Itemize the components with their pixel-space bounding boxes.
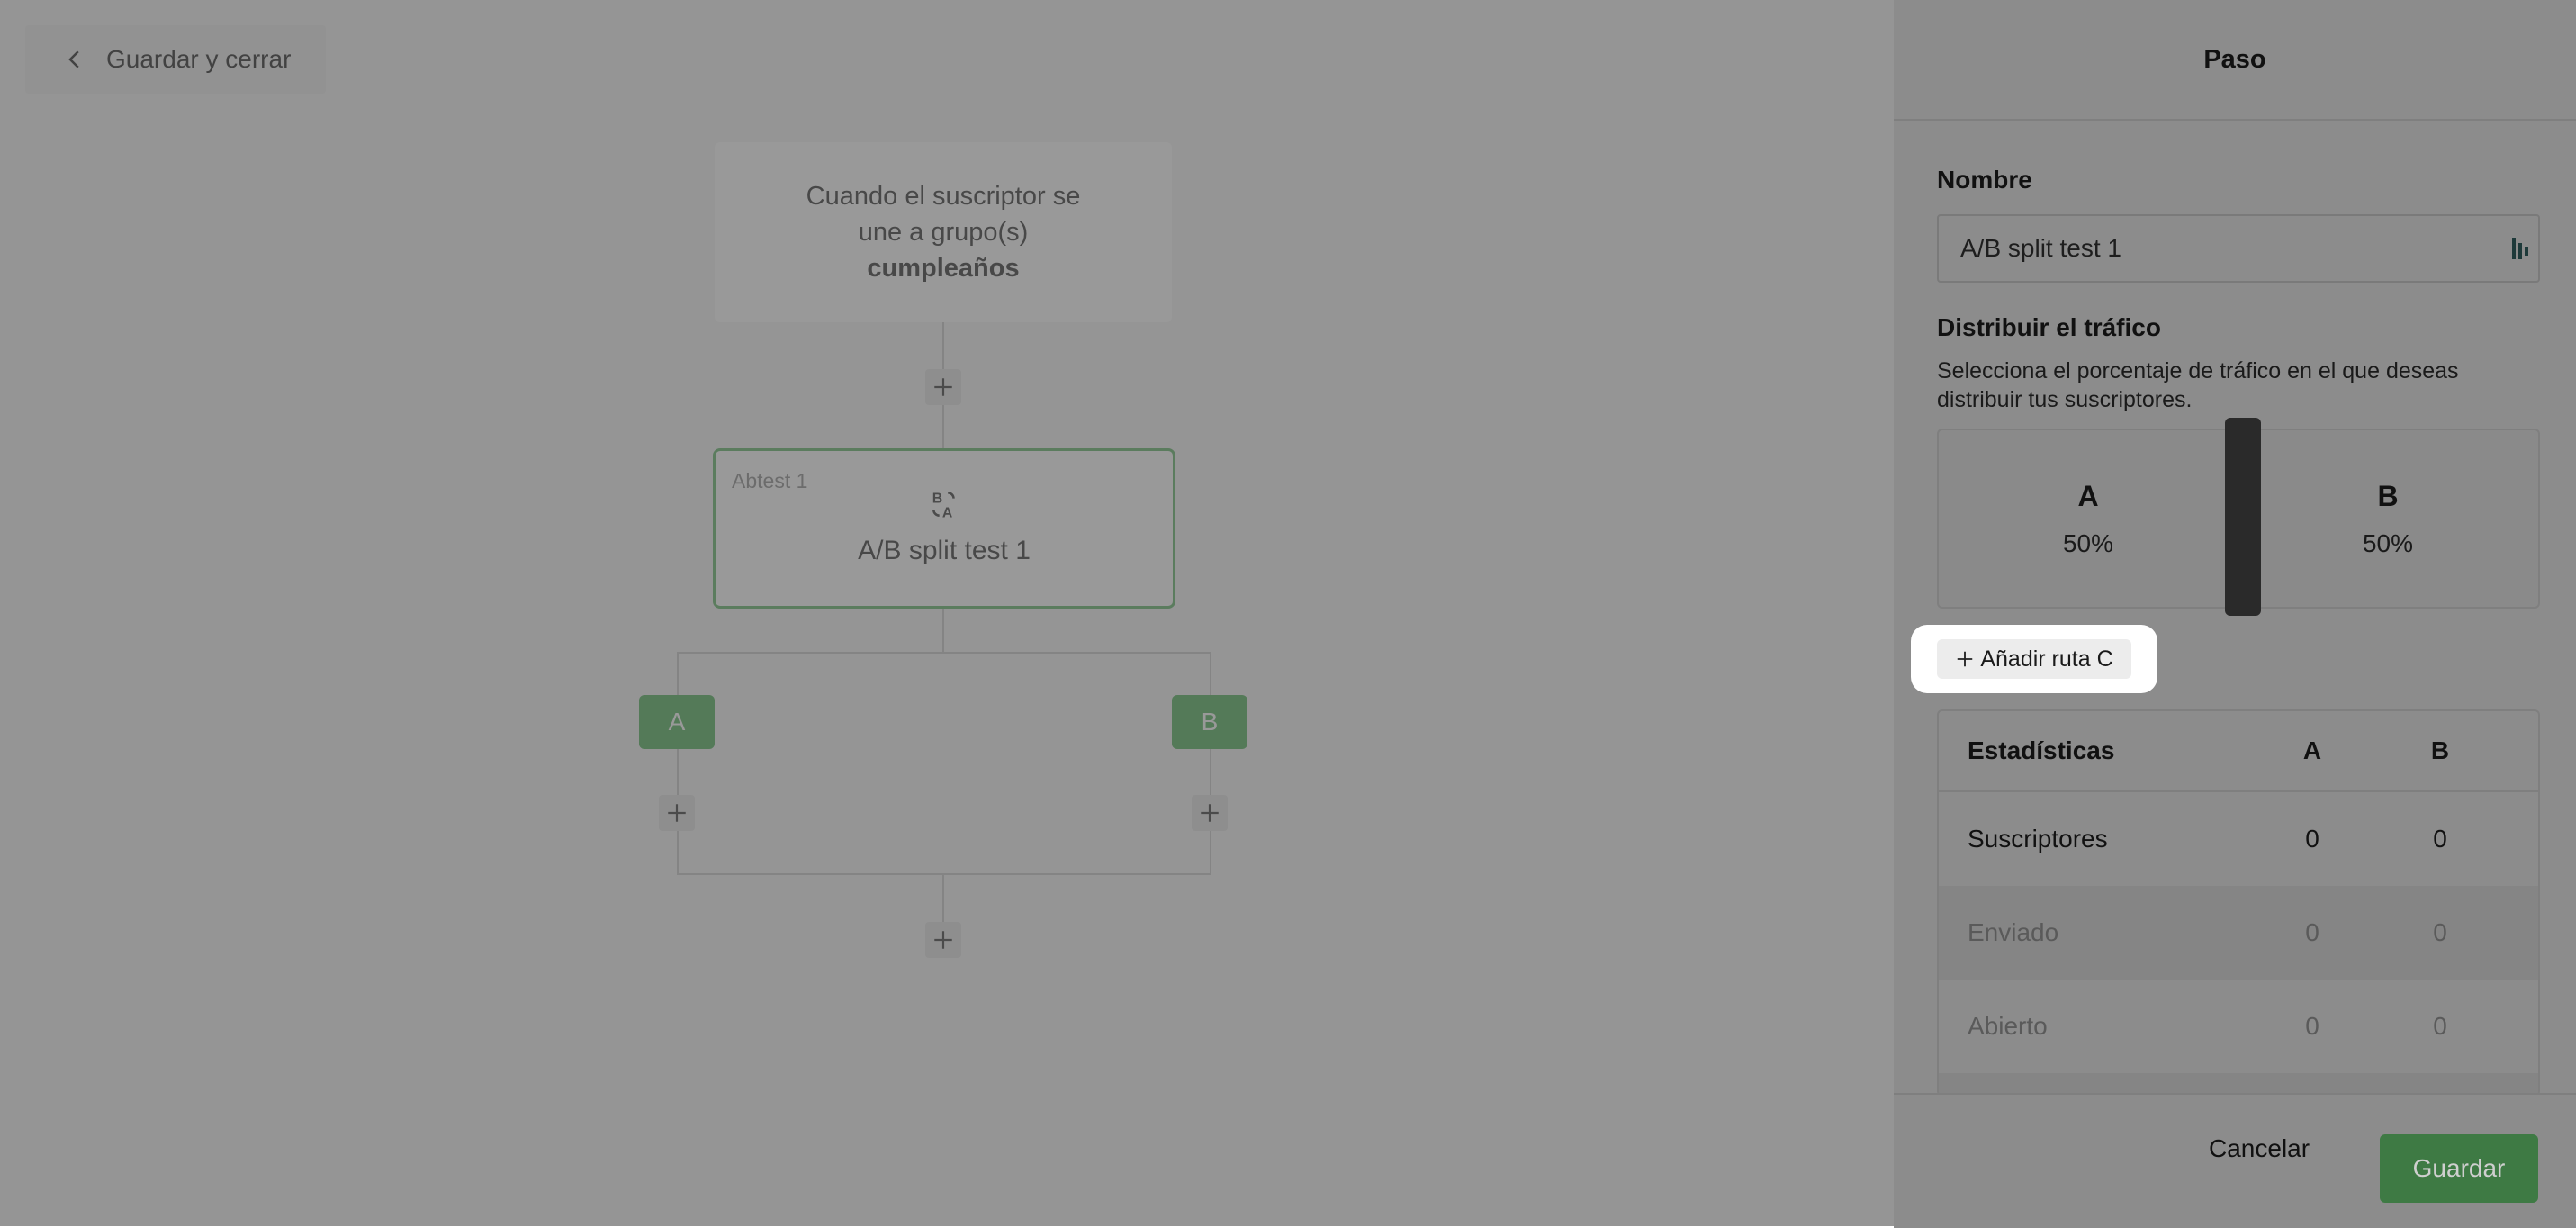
stats-row-label: Enviado xyxy=(1968,918,2059,946)
save-and-close-button[interactable]: Guardar y cerrar xyxy=(25,25,326,94)
svg-text:B: B xyxy=(932,491,942,506)
add-step-button[interactable] xyxy=(925,369,961,405)
split-b-percent: 50% xyxy=(2362,528,2414,557)
plus-icon xyxy=(1201,804,1219,822)
branch-b-label[interactable]: B xyxy=(1172,695,1247,749)
panel-title: Paso xyxy=(1894,0,2576,121)
stats-row-a: 0 xyxy=(2305,825,2319,853)
ab-node-title: A/B split test 1 xyxy=(858,536,1031,565)
stats-row-b: 0 xyxy=(2433,918,2447,946)
plus-icon xyxy=(934,931,952,949)
stats-header-b: B xyxy=(2430,736,2450,764)
save-and-close-label: Guardar y cerrar xyxy=(106,45,292,73)
workflow-canvas: Guardar y cerrar Cuando el suscriptor se… xyxy=(0,0,1894,1226)
stats-row: Suscriptores 0 0 xyxy=(1939,792,2538,886)
stats-row: Abierto 0 0 xyxy=(1939,980,2538,1073)
ab-node-tag: Abtest 1 xyxy=(732,469,808,492)
plus-icon xyxy=(1958,651,1973,667)
add-step-end-button[interactable] xyxy=(925,922,961,958)
stats-row-b: 0 xyxy=(2433,1012,2447,1040)
split-b-label: B xyxy=(2377,479,2399,512)
plus-icon xyxy=(934,378,952,396)
save-button[interactable]: Guardar xyxy=(2380,1134,2538,1203)
stats-row-label: Abierto xyxy=(1968,1012,2048,1040)
connector-line xyxy=(677,652,679,875)
stats-row-a: 0 xyxy=(2305,918,2319,946)
add-route-c-button[interactable]: Añadir ruta C xyxy=(1937,639,2131,679)
add-step-branch-a-button[interactable] xyxy=(659,795,695,831)
add-step-branch-b-button[interactable] xyxy=(1192,795,1228,831)
split-a-percent: 50% xyxy=(2062,528,2114,557)
stats-header-a: A xyxy=(2302,736,2322,764)
stats-row-b: 0 xyxy=(2433,825,2447,853)
branch-a-label[interactable]: A xyxy=(639,695,715,749)
stats-row-a: 0 xyxy=(2305,1012,2319,1040)
trigger-card[interactable]: Cuando el suscriptor se une a grupo(s) c… xyxy=(715,142,1172,322)
stats-header-label: Estadísticas xyxy=(1968,736,2115,764)
plus-icon xyxy=(668,804,686,822)
split-a-label: A xyxy=(2077,479,2099,512)
chevron-left-icon xyxy=(68,50,79,68)
connector-line xyxy=(942,609,944,652)
cancel-button[interactable]: Cancelar xyxy=(2209,1134,2310,1163)
split-segment-a: A 50% xyxy=(1939,430,2238,607)
traffic-description: Selecciona el porcentaje de tráfico en e… xyxy=(1937,358,2459,412)
trigger-line2: une a grupo(s) xyxy=(858,218,1029,247)
panel-footer: Cancelar Guardar xyxy=(1894,1093,2576,1228)
name-label: Nombre xyxy=(1937,166,2032,194)
trigger-line1: Cuando el suscriptor se xyxy=(806,182,1081,211)
svg-text:A: A xyxy=(942,505,953,520)
stats-row: Enviado 0 0 xyxy=(1939,886,2538,980)
variable-icon[interactable] xyxy=(2511,234,2531,263)
name-input[interactable] xyxy=(1937,214,2540,283)
split-segment-b: B 50% xyxy=(2238,430,2538,607)
ab-test-node[interactable]: Abtest 1 B A A/B split test 1 xyxy=(713,448,1175,609)
add-route-c-label: Añadir ruta C xyxy=(1980,646,2113,672)
split-drag-handle[interactable] xyxy=(2225,418,2261,616)
ab-split-icon: B A xyxy=(932,491,955,520)
connector-line xyxy=(677,652,1211,654)
connector-line xyxy=(677,873,1211,875)
stats-header-row: Estadísticas A B xyxy=(1939,711,2538,792)
trigger-group: cumpleaños xyxy=(867,254,1020,283)
connector-line xyxy=(1210,652,1211,875)
stats-table: Estadísticas A B Suscriptores 0 0 Enviad… xyxy=(1937,709,2540,1097)
stats-row-label: Suscriptores xyxy=(1968,825,2108,853)
traffic-label: Distribuir el tráfico xyxy=(1937,313,2161,341)
